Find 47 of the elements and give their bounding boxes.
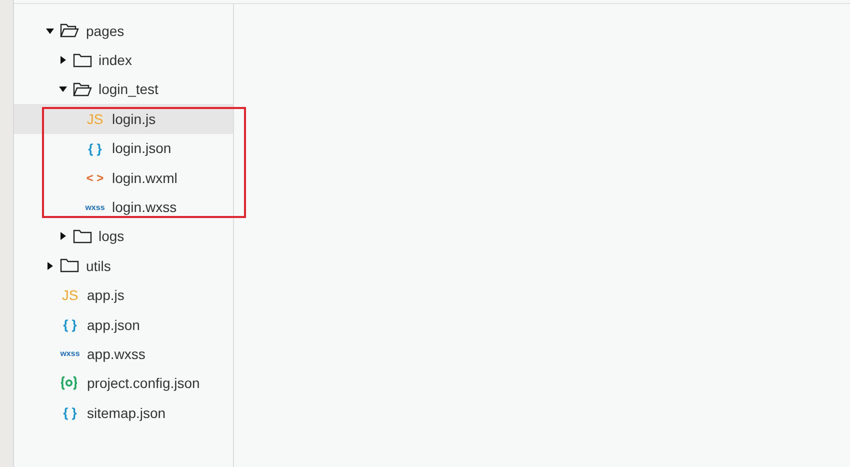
wxss-file-icon: wxss [85,202,105,212]
file-name: app.json [87,316,140,333]
tree-row[interactable]: utils [14,251,233,281]
tree-row[interactable]: login_test [14,74,233,104]
braces-icon: { } [85,140,105,156]
tree-row[interactable]: < > login.wxml [14,162,233,192]
file-name: login.wxml [112,170,178,186]
expand-arrow-icon[interactable] [46,262,54,270]
folder-icon [72,228,92,244]
braces-icon: { } [60,317,80,332]
file-name: login.wxss [112,199,177,216]
tree-row[interactable]: project.config.json [14,368,233,398]
angle-brackets-icon: < > [85,170,105,185]
folder-icon [60,258,79,274]
tree-row[interactable]: wxss login.wxss [14,192,233,222]
js-file-icon: JS [60,287,80,304]
file-name: app.js [87,287,124,304]
folder-name: index [98,52,132,68]
folder-name: utils [86,258,111,274]
wxss-file-icon: wxss [60,349,80,358]
file-name: sitemap.json [87,404,166,421]
open-folder-icon [60,23,79,38]
folder-name: pages [86,22,124,39]
tree-row[interactable]: { } sitemap.json [14,398,233,428]
gear-braces-icon [60,376,78,390]
file-name: app.wxss [87,346,146,362]
js-file-icon: JS [85,110,105,127]
folder-icon [72,52,92,68]
tree-row[interactable]: wxss app.wxss [14,339,233,369]
tree-row[interactable]: logs [14,222,233,252]
collapse-arrow-icon[interactable] [58,85,66,94]
expand-arrow-icon[interactable] [58,56,66,64]
folder-name: logs [98,228,124,244]
tree-row[interactable]: { } app.json [14,310,233,340]
open-folder-icon [72,82,92,97]
folder-name: login_test [98,81,158,98]
file-name: login.js [112,110,156,127]
tree-row[interactable]: index [14,45,233,75]
tree-row[interactable]: { } login.json [14,134,233,163]
file-name: project.config.json [87,375,200,392]
expand-arrow-icon[interactable] [58,232,66,240]
braces-icon: { } [60,405,80,420]
collapse-arrow-icon[interactable] [46,26,54,35]
file-name: login.json [112,140,172,156]
tree-row[interactable]: JS app.js [14,280,233,310]
tree-row[interactable]: pages [14,16,233,46]
tree-row[interactable]: JS login.js [14,104,233,134]
